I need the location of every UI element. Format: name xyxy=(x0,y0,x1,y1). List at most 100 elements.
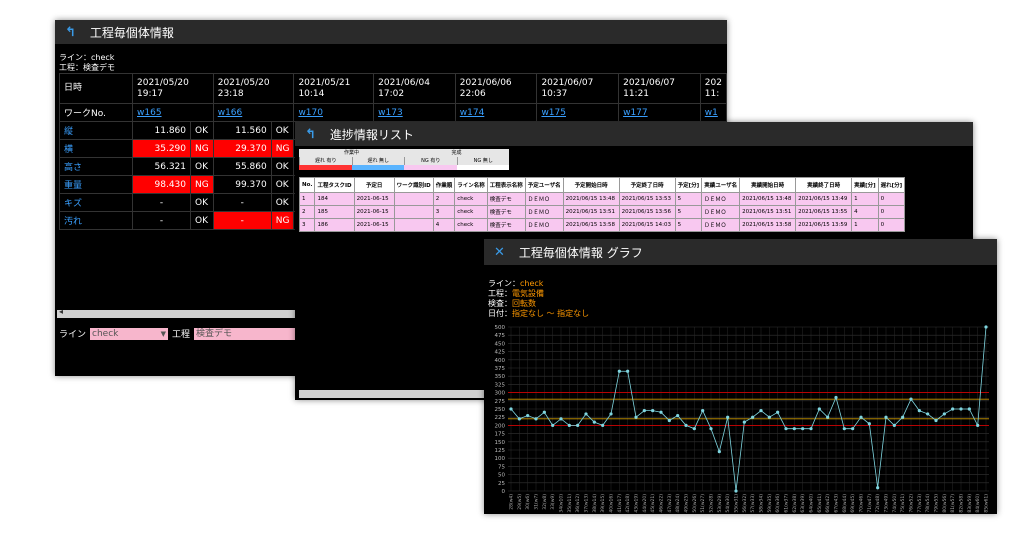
column-header[interactable]: 実績[分] xyxy=(851,177,879,193)
data-point xyxy=(784,427,788,431)
date-cell: 2021/05/20 23:18 xyxy=(212,73,295,104)
work-link[interactable]: w175 xyxy=(541,108,566,118)
table-cell: ＤＥＭＯ xyxy=(701,218,741,232)
column-header[interactable]: 工程表示名称 xyxy=(486,177,526,193)
horizontal-scrollbar[interactable] xyxy=(299,390,499,398)
date-cell: 2021/06/06 22:06 xyxy=(454,73,538,104)
work-link-cell: w177 xyxy=(618,103,701,122)
column-header[interactable]: 遅れ[分] xyxy=(877,177,906,193)
table-row[interactable]: 2 185 2021-06-15 3 check 検査デモ ＤＥＭＯ 2021/06/15 1… xyxy=(298,205,906,219)
work-link[interactable]: w165 xyxy=(137,108,162,118)
status-cell-ng: NG xyxy=(190,139,214,158)
back-arrow-icon[interactable]: ↰ xyxy=(305,127,316,142)
y-tick-label: 200 xyxy=(495,423,506,429)
process-input[interactable]: 検査デモ xyxy=(194,327,307,340)
table-cell: 2021/06/15 13:58 xyxy=(739,218,797,232)
column-header[interactable]: 実績開始日時 xyxy=(739,177,797,193)
data-point xyxy=(984,325,988,329)
table-cell: 0 xyxy=(877,205,906,219)
back-arrow-icon[interactable]: ↰ xyxy=(65,25,76,40)
table-cell: 5 xyxy=(674,192,703,206)
line-select[interactable]: check ▼ xyxy=(90,327,169,340)
table-cell: 1 xyxy=(298,192,316,206)
line-info: ライン：check xyxy=(59,53,115,62)
y-tick-label: 275 xyxy=(495,399,506,405)
date-header: 日時 xyxy=(59,73,133,104)
data-point xyxy=(834,395,838,400)
work-link[interactable]: w174 xyxy=(460,108,485,118)
work-link[interactable]: w170 xyxy=(298,108,323,118)
data-point xyxy=(909,397,913,401)
column-header[interactable]: 実績終了日時 xyxy=(795,177,853,193)
item-label[interactable]: キズ xyxy=(59,193,133,212)
column-header[interactable]: 予定終了日時 xyxy=(618,177,676,193)
work-link[interactable]: w166 xyxy=(218,108,243,118)
column-header[interactable]: 予定日 xyxy=(353,177,395,193)
data-point xyxy=(551,423,555,427)
y-tick-label: 375 xyxy=(495,366,506,372)
status-cell: OK xyxy=(270,175,295,194)
status-cell: OK xyxy=(270,157,295,176)
y-tick-label: 500 xyxy=(495,325,506,331)
data-point xyxy=(684,423,688,427)
y-tick-label: 75 xyxy=(498,464,505,470)
x-tick-label: 66(w42) xyxy=(825,494,831,513)
x-tick-label: 77(w53) xyxy=(917,494,923,513)
table-cell: 2 xyxy=(298,205,316,219)
item-label[interactable]: 重量 xyxy=(59,175,133,194)
line-chart: 0 25 50 75 100 125 150 175 200 225 250 275 300 325 350… xyxy=(495,325,990,513)
x-tick-label: 70(w46) xyxy=(859,494,865,513)
process-filter-label: 工程 xyxy=(172,330,191,340)
horizontal-scrollbar[interactable]: ◂ xyxy=(57,307,295,318)
item-label[interactable]: 汚れ xyxy=(59,211,133,230)
data-point xyxy=(617,369,621,373)
data-point xyxy=(642,409,646,413)
table-row[interactable]: 1 184 2021-06-15 2 check 検査デモ ＤＥＭＯ 2021/06/15 1… xyxy=(298,192,906,206)
column-header[interactable]: 作業順 xyxy=(432,177,456,193)
item-label[interactable]: 横 xyxy=(59,139,133,158)
x-tick-label: 85(w61) xyxy=(984,494,990,513)
data-point xyxy=(584,412,588,416)
value-cell: 11.860 xyxy=(132,121,191,140)
column-header[interactable]: 工程タスクID xyxy=(314,177,355,193)
data-point xyxy=(876,486,880,490)
table-cell: 2021/06/15 13:59 xyxy=(795,218,853,232)
scroll-left-icon[interactable]: ◂ xyxy=(59,307,63,316)
work-no-header: ワークNo. xyxy=(59,103,133,122)
table-cell: 2021/06/15 13:48 xyxy=(562,192,620,206)
data-point xyxy=(817,407,821,411)
table-cell: ＤＥＭＯ xyxy=(701,192,741,206)
table-row[interactable]: 3 186 2021-06-15 4 check 検査デモ ＤＥＭＯ 2021/06/15 1… xyxy=(298,218,906,232)
column-header[interactable]: No. xyxy=(298,177,316,193)
inspection-info: 検査：回転数 xyxy=(488,299,536,308)
window-title: 工程毎個体情報 xyxy=(89,25,174,40)
x-tick-label: 33(w9) xyxy=(550,494,556,510)
column-header[interactable]: 実績ユーザ名 xyxy=(701,177,741,193)
value-cell: 99.370 xyxy=(212,175,272,194)
table-cell: 1 xyxy=(851,192,879,206)
data-point xyxy=(626,369,630,373)
column-header[interactable]: 予定開始日時 xyxy=(562,177,620,193)
item-label[interactable]: 高さ xyxy=(59,157,133,176)
column-header[interactable]: ライン名称 xyxy=(454,177,488,193)
column-header[interactable]: 予定ユーザ名 xyxy=(524,177,564,193)
status-cell-ng: NG xyxy=(270,139,295,158)
x-tick-label: 82(w58) xyxy=(959,494,965,513)
work-no-row: ワークNo. w165 w166 w170 w173 w174 w175 w17… xyxy=(59,103,727,122)
filter-bar: ライン check ▼ 工程 検査デモ xyxy=(59,327,307,340)
value-cell: 11.560 xyxy=(212,121,272,140)
table-cell: 2021-06-15 xyxy=(353,192,395,206)
process-info: 工程：検査デモ xyxy=(59,63,115,72)
work-link[interactable]: w177 xyxy=(623,108,648,118)
column-header[interactable]: 予定[分] xyxy=(674,177,703,193)
work-link-cell: w165 xyxy=(132,103,214,122)
table-cell: 2021/06/15 13:51 xyxy=(739,205,797,219)
work-link[interactable]: w173 xyxy=(378,108,403,118)
close-icon[interactable]: ✕ xyxy=(494,245,505,260)
data-point xyxy=(517,417,521,421)
table-cell xyxy=(393,218,434,232)
column-header[interactable]: ワーク識別ID xyxy=(393,177,434,193)
table-cell: ＤＥＭＯ xyxy=(524,192,564,206)
item-label[interactable]: 縦 xyxy=(59,121,133,140)
work-link[interactable]: w1 xyxy=(705,108,718,118)
